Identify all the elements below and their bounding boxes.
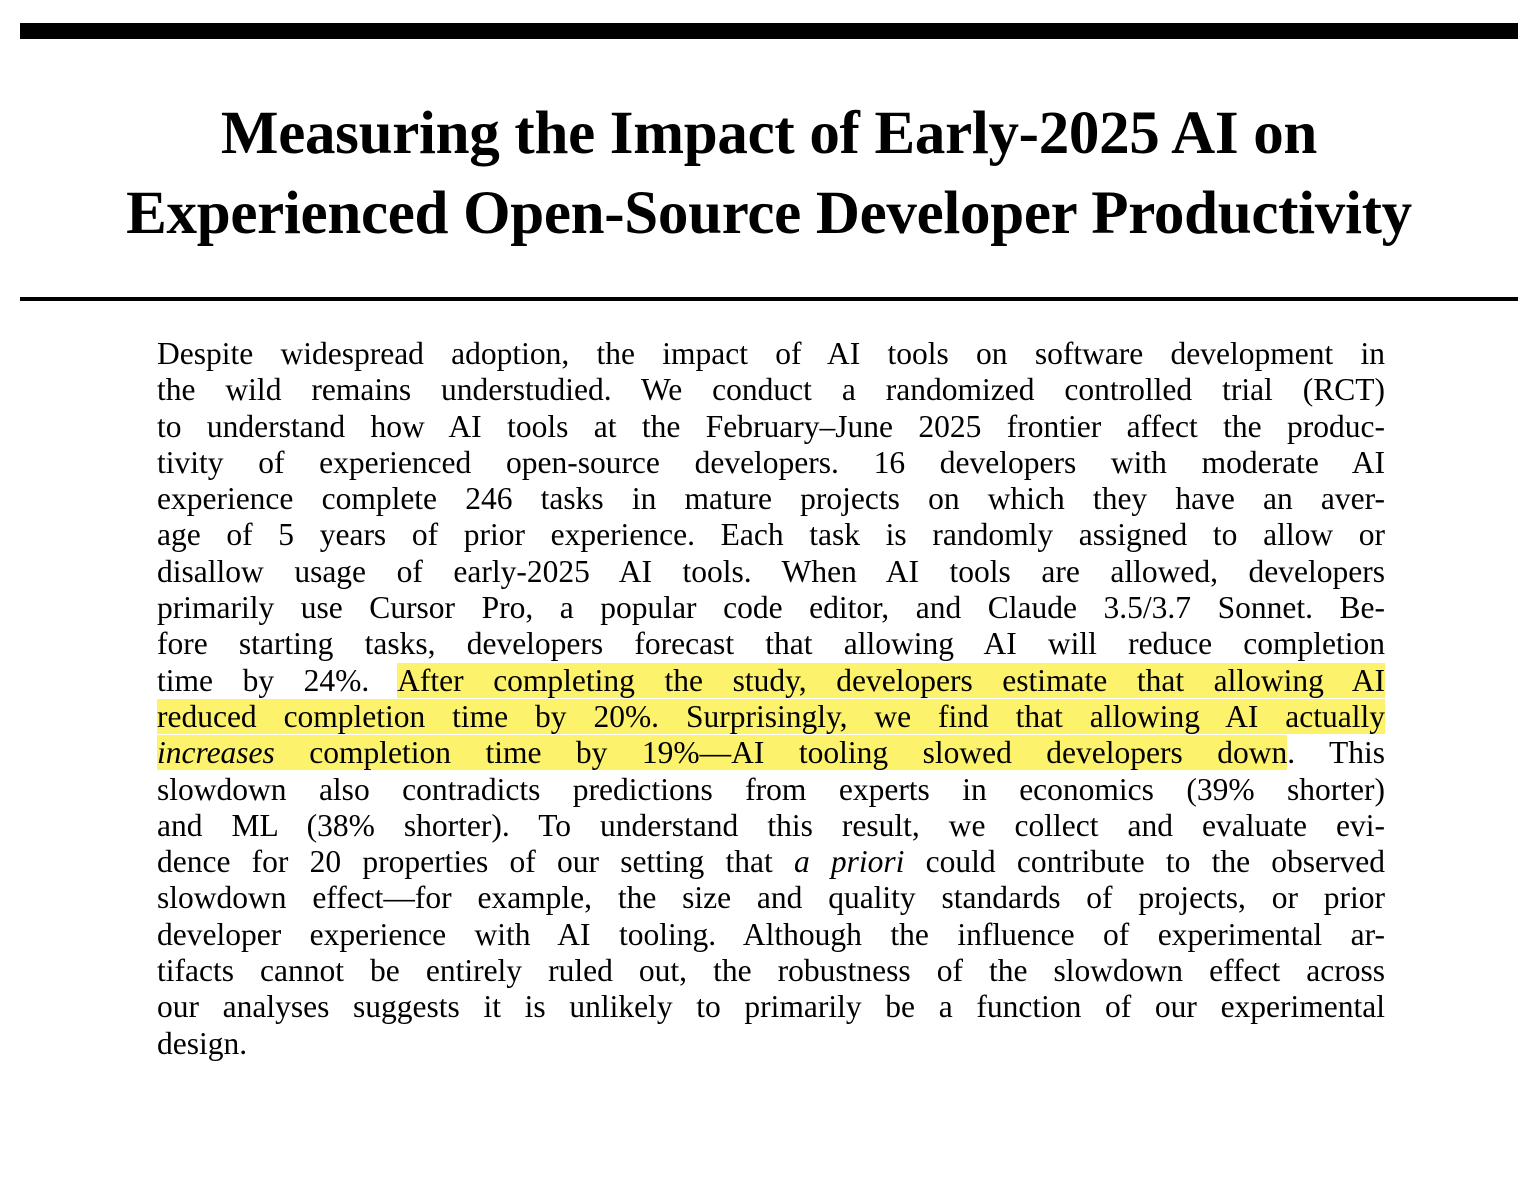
abstract-line: developer experience with AI tooling. Al…	[157, 916, 1385, 952]
abstract-line: design.	[157, 1025, 248, 1061]
abstract-line: our analyses suggests it is unlikely to …	[157, 989, 1385, 1025]
top-rule	[20, 23, 1518, 39]
abstract-line: dence for 20 properties of our setting t…	[157, 844, 1385, 880]
abstract-line: reduced completion time by 20%. Surprisi…	[157, 698, 1385, 735]
abstract-line: Despite widespread adoption, the impact …	[157, 336, 1385, 371]
title-line-1: Measuring the Impact of Early-2025 AI on	[220, 100, 1318, 167]
abstract-line: age of 5 years of prior experience. Each…	[157, 517, 1385, 553]
italic-emphasis: a priori	[793, 844, 905, 880]
abstract-line: fore starting tasks, developers forecast…	[157, 626, 1385, 662]
highlighted-text: After completing the study, developers e…	[397, 662, 1385, 698]
italic-emphasis: increases	[157, 735, 275, 771]
abstract-line: primarily use Cursor Pro, a popular code…	[157, 590, 1385, 626]
highlighted-text-part: completion time by 19%—AI tooling slowed…	[274, 735, 1288, 771]
highlighted-text: increases completion time by 19%—AI tool…	[157, 735, 1288, 771]
abstract-line: increases completion time by 19%—AI tool…	[157, 735, 1385, 771]
abstract-line: to understand how AI tools at the Februa…	[157, 408, 1385, 444]
abstract-line: slowdown effect—for example, the size an…	[157, 880, 1385, 916]
abstract-text: could contribute to the observed	[904, 844, 1385, 880]
abstract: Despite widespread adoption, the impact …	[157, 336, 1385, 1062]
abstract-line: tifacts cannot be entirely ruled out, th…	[157, 953, 1385, 989]
abstract-line: time by 24%. After completing the study,…	[157, 662, 1385, 699]
abstract-line: disallow usage of early-2025 AI tools. W…	[157, 553, 1385, 589]
abstract-text: . This	[1287, 735, 1385, 771]
highlighted-text: reduced completion time by 20%. Surprisi…	[157, 698, 1385, 734]
title-line-2: Experienced Open-Source Developer Produc…	[126, 180, 1412, 247]
abstract-text: time by 24%.	[157, 662, 398, 698]
bottom-rule	[20, 297, 1518, 301]
abstract-text: dence for 20 properties of our setting t…	[157, 844, 794, 880]
abstract-line: tivity of experienced open-source develo…	[157, 444, 1385, 480]
abstract-line: and ML (38% shorter). To understand this…	[157, 807, 1385, 843]
paper-title: Measuring the Impact of Early-2025 AI on…	[20, 94, 1518, 254]
abstract-line: slowdown also contradicts predictions fr…	[157, 771, 1385, 807]
abstract-line: experience complete 246 tasks in mature …	[157, 481, 1385, 517]
abstract-line: the wild remains understudied. We conduc…	[157, 372, 1385, 408]
